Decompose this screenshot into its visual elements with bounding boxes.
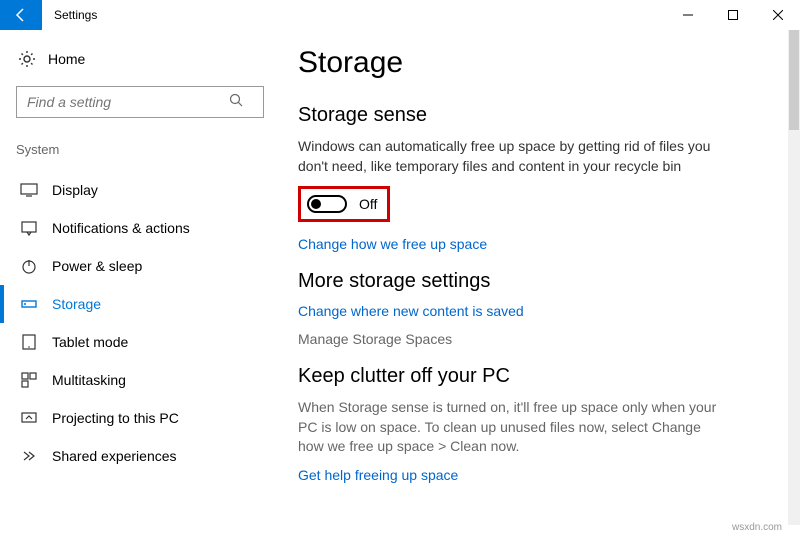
content-pane: Storage Storage sense Windows can automa… [290, 30, 800, 535]
watermark: wsxdn.com [732, 522, 782, 533]
home-button[interactable]: Home [16, 46, 274, 72]
window-title: Settings [42, 8, 97, 22]
shared-icon [20, 447, 38, 465]
link-get-help-freeing[interactable]: Get help freeing up space [298, 467, 784, 483]
display-icon [20, 181, 38, 199]
maximize-icon [728, 10, 738, 20]
storage-sense-description: Windows can automatically free up space … [298, 137, 728, 176]
close-icon [773, 10, 783, 20]
category-label: System [16, 142, 274, 157]
section-clutter-heading: Keep clutter off your PC [298, 365, 784, 388]
sidebar-item-notifications[interactable]: Notifications & actions [16, 209, 274, 247]
page-title: Storage [298, 46, 784, 80]
multitasking-icon [20, 371, 38, 389]
clutter-description: When Storage sense is turned on, it'll f… [298, 398, 728, 457]
maximize-button[interactable] [710, 0, 755, 30]
storage-sense-toggle-highlight: Off [298, 186, 390, 222]
section-more-heading: More storage settings [298, 270, 784, 293]
toggle-knob [311, 199, 321, 209]
notifications-icon [20, 219, 38, 237]
sidebar-item-storage[interactable]: Storage [16, 285, 274, 323]
sidebar-item-power[interactable]: Power & sleep [16, 247, 274, 285]
gear-icon [18, 50, 36, 68]
sidebar-item-label: Tablet mode [52, 334, 128, 350]
sidebar-item-label: Shared experiences [52, 448, 177, 464]
tablet-icon [20, 333, 38, 351]
sidebar: Home System Display Notifications & acti… [0, 30, 290, 535]
link-change-free-up[interactable]: Change how we free up space [298, 236, 784, 252]
toggle-label: Off [359, 196, 377, 212]
sidebar-item-label: Notifications & actions [52, 220, 190, 236]
storage-sense-toggle[interactable] [307, 195, 347, 213]
storage-icon [20, 295, 38, 313]
scrollbar[interactable] [788, 30, 800, 525]
search-input[interactable] [16, 86, 264, 118]
back-button[interactable] [0, 0, 42, 30]
arrow-left-icon [13, 7, 29, 23]
projecting-icon [20, 409, 38, 427]
power-icon [20, 257, 38, 275]
scrollbar-thumb[interactable] [789, 30, 799, 130]
link-change-content-saved[interactable]: Change where new content is saved [298, 303, 784, 319]
titlebar: Settings [0, 0, 800, 30]
sidebar-item-label: Display [52, 182, 98, 198]
sidebar-item-tablet[interactable]: Tablet mode [16, 323, 274, 361]
sidebar-item-shared[interactable]: Shared experiences [16, 437, 274, 475]
search-icon [228, 92, 244, 108]
window-controls [665, 0, 800, 30]
sidebar-item-label: Power & sleep [52, 258, 142, 274]
link-manage-storage-spaces[interactable]: Manage Storage Spaces [298, 331, 784, 347]
minimize-icon [683, 10, 693, 20]
close-button[interactable] [755, 0, 800, 30]
home-label: Home [48, 51, 85, 67]
sidebar-item-projecting[interactable]: Projecting to this PC [16, 399, 274, 437]
sidebar-item-display[interactable]: Display [16, 171, 274, 209]
sidebar-item-label: Projecting to this PC [52, 410, 179, 426]
sidebar-item-multitasking[interactable]: Multitasking [16, 361, 274, 399]
sidebar-item-label: Multitasking [52, 372, 126, 388]
sidebar-item-label: Storage [52, 296, 101, 312]
minimize-button[interactable] [665, 0, 710, 30]
section-storage-sense-heading: Storage sense [298, 104, 784, 127]
search-field[interactable] [16, 86, 274, 118]
